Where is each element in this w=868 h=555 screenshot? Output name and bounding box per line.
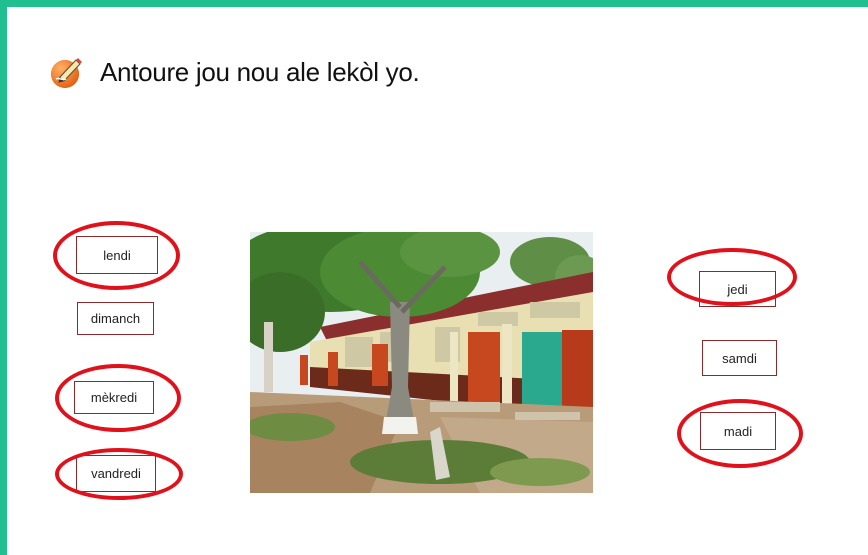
day-box-madi[interactable]: madi	[700, 412, 776, 450]
day-box-mekredi[interactable]: mèkredi	[74, 381, 154, 414]
day-box-samdi[interactable]: samdi	[702, 340, 777, 376]
day-box-jedi[interactable]: jedi	[699, 271, 776, 307]
day-box-vandredi[interactable]: vandredi	[76, 455, 156, 492]
frame-border-left	[0, 0, 7, 555]
worksheet-page: Antoure jou nou ale lekòl yo. lendi dima…	[0, 0, 868, 555]
pencil-icon	[51, 58, 82, 88]
day-box-lendi[interactable]: lendi	[76, 236, 158, 274]
instruction-text: Antoure jou nou ale lekòl yo.	[100, 56, 420, 87]
frame-border-top	[0, 0, 868, 7]
school-photo-svg	[250, 232, 593, 493]
school-photo	[250, 232, 593, 493]
instruction-row: Antoure jou nou ale lekòl yo.	[50, 55, 420, 89]
day-box-dimanch[interactable]: dimanch	[77, 302, 154, 335]
